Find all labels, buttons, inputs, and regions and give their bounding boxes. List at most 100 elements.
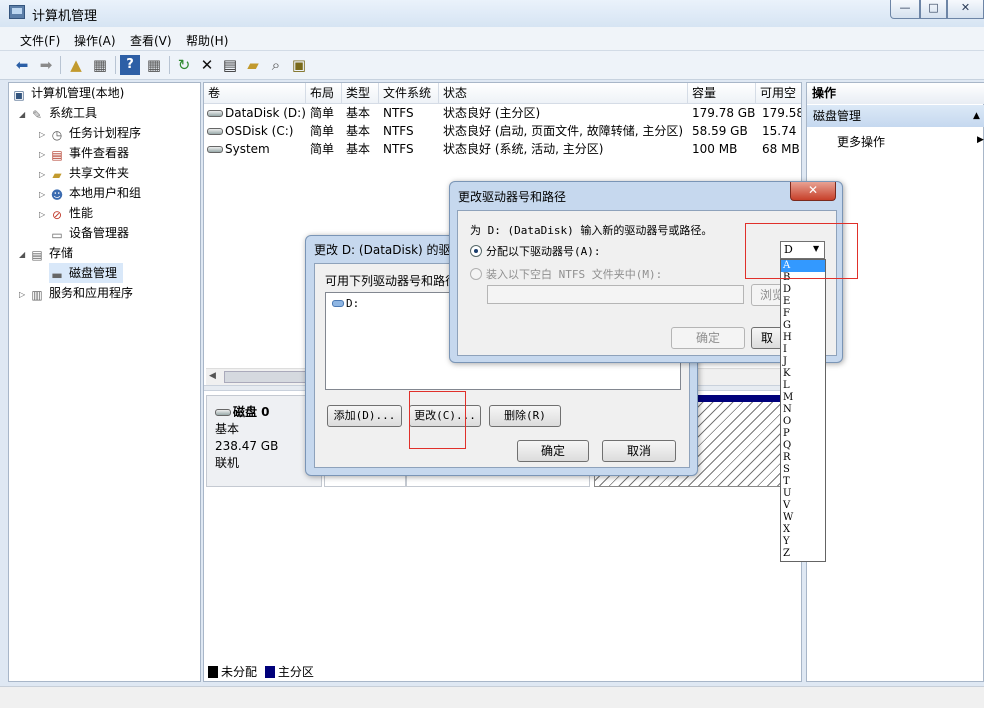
drive-letter-option[interactable]: E xyxy=(781,296,825,308)
collapse-triangle-icon[interactable]: ◢ xyxy=(19,245,29,265)
forward-arrow-icon[interactable]: ➡ xyxy=(36,55,56,75)
drive-letter-dropdown[interactable]: ABDEFGHIJKLMNOPQRSTUVWXYZ xyxy=(780,259,826,562)
drive-letter-option[interactable]: M xyxy=(781,392,825,404)
add-button[interactable]: 添加(D)... xyxy=(327,405,402,427)
properties-icon[interactable]: ▤ xyxy=(220,55,240,75)
drive-letter-option[interactable]: O xyxy=(781,416,825,428)
drive-letter-option[interactable]: V xyxy=(781,500,825,512)
tree-item-system-tools[interactable]: ◢ ✎ 系统工具 xyxy=(19,103,97,123)
expand-triangle-icon[interactable]: ▷ xyxy=(39,125,49,145)
table-cell: 状态良好 (启动, 页面文件, 故障转储, 主分区) xyxy=(443,124,684,138)
expand-triangle-icon[interactable]: ▷ xyxy=(39,185,49,205)
drive-letter-option[interactable]: P xyxy=(781,428,825,440)
column-header-status[interactable]: 状态 xyxy=(439,83,688,104)
drive-letter-option[interactable]: Z xyxy=(781,548,825,560)
column-header-free[interactable]: 可用空 xyxy=(756,83,801,104)
drive-letter-option[interactable]: F xyxy=(781,308,825,320)
scrollbar-thumb[interactable] xyxy=(224,371,314,383)
help-icon[interactable]: ? xyxy=(120,55,140,75)
menu-action[interactable]: 操作(A) xyxy=(74,32,116,49)
expand-triangle-icon[interactable]: ▷ xyxy=(39,205,49,225)
search-icon[interactable]: ⌕ xyxy=(266,55,286,75)
column-header-volume[interactable]: 卷 xyxy=(204,83,306,104)
more-actions-item[interactable]: 更多操作 xyxy=(837,133,885,150)
up-folder-icon[interactable]: ▲ xyxy=(66,55,86,75)
radio-selected-icon[interactable] xyxy=(470,245,482,257)
drive-letter-option[interactable]: D xyxy=(781,284,825,296)
drive-letter-option[interactable]: L xyxy=(781,380,825,392)
drive-letter-option[interactable]: Y xyxy=(781,536,825,548)
drive-letter-option[interactable]: I xyxy=(781,344,825,356)
menu-view[interactable]: 查看(V) xyxy=(130,32,172,49)
expand-triangle-icon[interactable]: ▷ xyxy=(39,165,49,185)
refresh-icon[interactable]: ↻ xyxy=(174,55,194,75)
back-arrow-icon[interactable]: ⬅ xyxy=(12,55,32,75)
ok-button[interactable]: 确定 xyxy=(517,440,589,462)
tree-item-event-viewer[interactable]: ▷ ▤ 事件查看器 xyxy=(39,143,129,163)
assign-letter-option[interactable]: 分配以下驱动器号(A): xyxy=(470,243,601,259)
actions-section-disk-management[interactable]: 磁盘管理 ▲ xyxy=(807,105,984,127)
table-cell: 简单 xyxy=(310,124,335,138)
column-header-layout[interactable]: 布局 xyxy=(306,83,342,104)
drive-letter-option[interactable]: W xyxy=(781,512,825,524)
minimize-button[interactable]: — xyxy=(890,0,920,19)
ok-button[interactable]: 确定 xyxy=(671,327,745,349)
cancel-button[interactable]: 取 xyxy=(751,327,783,349)
mount-folder-option[interactable]: 装入以下空白 NTFS 文件夹中(M): xyxy=(470,266,662,282)
disk-properties-icon[interactable]: ▣ xyxy=(289,55,309,75)
expand-triangle-icon[interactable]: ▷ xyxy=(39,145,49,165)
submenu-arrow-icon[interactable]: ▶ xyxy=(977,135,984,145)
dialog-title: 更改驱动器号和路径 xyxy=(458,190,567,204)
tree-item-storage[interactable]: ◢ ▤ 存储 xyxy=(19,243,73,263)
navigation-tree: ▣ 计算机管理(本地) ◢ ✎ 系统工具 ▷ ◷ 任务计划程序 ▷ ▤ 事件查看器 ▷ ▰ 共享文… xyxy=(8,82,201,682)
actions-header: 操作 xyxy=(807,83,984,104)
drive-letter-option[interactable]: T xyxy=(781,476,825,488)
dialog-close-button[interactable]: ✕ xyxy=(790,182,836,201)
drive-letter-option[interactable]: H xyxy=(781,332,825,344)
window-title: 计算机管理 xyxy=(32,9,98,24)
drive-letter-option[interactable]: N xyxy=(781,404,825,416)
table-row-volume[interactable]: DataDisk (D:) xyxy=(207,104,306,122)
tree-item-performance[interactable]: ▷ ⊘ 性能 xyxy=(39,203,93,223)
drive-letter-option[interactable]: S xyxy=(781,464,825,476)
drive-letter-option[interactable]: X xyxy=(781,524,825,536)
drive-letter-option[interactable]: J xyxy=(781,356,825,368)
delete-button[interactable]: 删除(R) xyxy=(489,405,561,427)
open-folder-icon[interactable]: ▰ xyxy=(243,55,263,75)
table-row-volume[interactable]: System xyxy=(207,140,306,158)
menu-file[interactable]: 文件(F) xyxy=(20,32,60,49)
drive-letter-option[interactable]: U xyxy=(781,488,825,500)
tree-item-device-manager[interactable]: ▭ 设备管理器 xyxy=(49,223,129,243)
menu-help[interactable]: 帮助(H) xyxy=(186,32,228,49)
drive-letter-option[interactable]: Q xyxy=(781,440,825,452)
tree-item-local-users[interactable]: ▷ ☻ 本地用户和组 xyxy=(39,183,141,203)
drive-letter-option[interactable]: R xyxy=(781,452,825,464)
close-button[interactable]: ✕ xyxy=(947,0,984,19)
tree-item-task-scheduler[interactable]: ▷ ◷ 任务计划程序 xyxy=(39,123,141,143)
delete-icon[interactable]: ✕ xyxy=(197,55,217,75)
toolbar: ⬅ ➡ ▲ ▦ ? ▦ ↻ ✕ ▤ ▰ ⌕ ▣ xyxy=(0,51,984,80)
tree-item-services-apps[interactable]: ▷ ▥ 服务和应用程序 xyxy=(19,283,133,303)
cancel-button[interactable]: 取消 xyxy=(602,440,676,462)
drive-letter-option[interactable]: G xyxy=(781,320,825,332)
tree-item-shared-folders[interactable]: ▷ ▰ 共享文件夹 xyxy=(39,163,129,183)
shared-folder-icon: ▰ xyxy=(52,168,62,182)
show-hide-tree-icon[interactable]: ▦ xyxy=(90,55,110,75)
tree-item-disk-management[interactable]: ▬ 磁盘管理 xyxy=(49,263,124,283)
collapse-arrow-icon[interactable]: ▲ xyxy=(973,105,980,127)
radio-unselected-icon[interactable] xyxy=(470,268,482,280)
list-item[interactable]: D: xyxy=(332,297,359,310)
scroll-left-arrow-icon[interactable]: ◀ xyxy=(209,371,216,381)
volume-icon xyxy=(207,128,223,135)
maximize-button[interactable]: □ xyxy=(920,0,947,19)
table-row-volume[interactable]: OSDisk (C:) xyxy=(207,122,306,140)
column-header-type[interactable]: 类型 xyxy=(342,83,379,104)
show-hide-action-pane-icon[interactable]: ▦ xyxy=(144,55,164,75)
column-header-filesystem[interactable]: 文件系统 xyxy=(379,83,439,104)
collapse-triangle-icon[interactable]: ◢ xyxy=(19,105,29,125)
column-header-capacity[interactable]: 容量 xyxy=(688,83,756,104)
folder-path-input[interactable] xyxy=(487,285,744,304)
drive-letter-option[interactable]: K xyxy=(781,368,825,380)
expand-triangle-icon[interactable]: ▷ xyxy=(19,285,29,305)
tree-item-root[interactable]: ▣ 计算机管理(本地) xyxy=(11,83,124,103)
